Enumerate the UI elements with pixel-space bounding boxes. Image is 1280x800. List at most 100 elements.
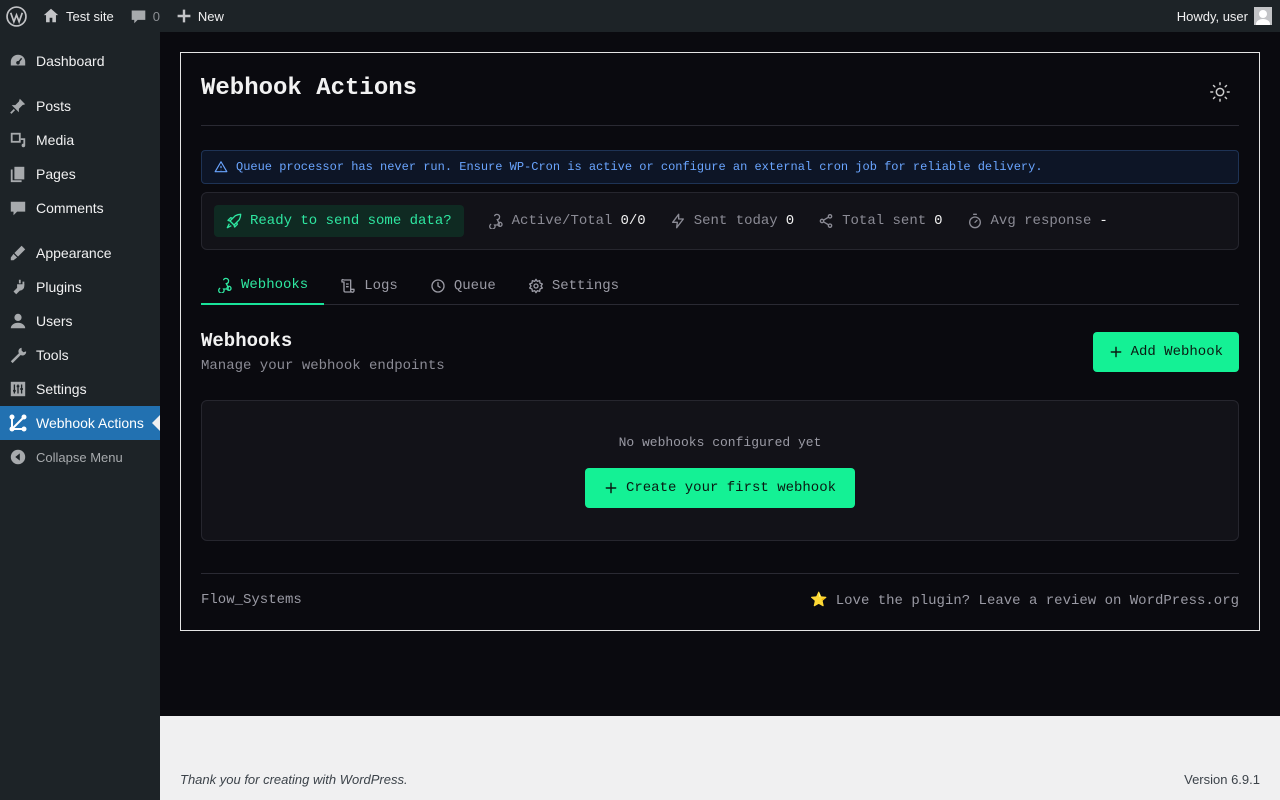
sidebar-item-pages[interactable]: Pages <box>0 157 160 191</box>
create-first-webhook-label: Create your first webhook <box>625 480 837 496</box>
sidebar-item-label: Settings <box>36 381 87 397</box>
stat-label: Sent today <box>693 213 778 229</box>
section-title: Webhooks <box>201 330 293 352</box>
tab-logs[interactable]: Logs <box>324 267 414 304</box>
plus-icon <box>1110 346 1121 358</box>
comment-icon <box>8 198 28 218</box>
sidebar-item-comments[interactable]: Comments <box>0 191 160 225</box>
pages-icon <box>8 164 28 184</box>
stopwatch-icon <box>968 213 981 229</box>
create-first-webhook-button[interactable]: Create your first webhook <box>585 468 855 508</box>
sidebar-item-label: Tools <box>36 347 69 363</box>
warning-icon <box>214 161 228 173</box>
sidebar-item-label: Appearance <box>36 245 112 261</box>
plus-icon <box>177 9 191 23</box>
tab-webhooks[interactable]: Webhooks <box>201 267 325 305</box>
wordpress-logo-button[interactable] <box>0 0 34 32</box>
howdy-text: Howdy, user <box>1176 8 1248 24</box>
stat-avg-response: Avg response - <box>967 213 1108 229</box>
stat-value: - <box>1099 213 1108 229</box>
footer-version: Version 6.9.1 <box>1184 772 1260 787</box>
empty-state-text: No webhooks configured yet <box>618 435 822 450</box>
ready-badge: Ready to send some data? <box>214 205 464 237</box>
stats-bar: Ready to send some data? Active/Total 0/… <box>201 192 1239 250</box>
ready-text: Ready to send some data? <box>250 213 452 229</box>
sliders-icon <box>8 379 28 399</box>
new-content-link[interactable]: New <box>168 0 232 32</box>
stat-sent-today: Sent today 0 <box>670 213 794 229</box>
vendor-name: Flow_Systems <box>201 592 302 608</box>
sidebar-item-plugins[interactable]: Plugins <box>0 270 160 304</box>
avatar <box>1254 7 1272 25</box>
collapse-icon <box>8 447 28 467</box>
sidebar-item-dashboard[interactable]: Dashboard <box>0 44 160 78</box>
scroll-icon <box>341 278 355 293</box>
sun-icon <box>1210 82 1230 102</box>
clock-icon <box>431 278 445 293</box>
stat-label: Active/Total <box>511 213 613 229</box>
sidebar-item-label: Users <box>36 313 73 329</box>
lightning-icon <box>671 213 684 229</box>
wp-footer: Thank you for creating with WordPress. V… <box>160 716 1280 800</box>
rocket-icon <box>226 213 242 229</box>
sidebar-item-appearance[interactable]: Appearance <box>0 236 160 270</box>
footer-thanks: Thank you for creating with WordPress. <box>180 772 408 787</box>
comments-link[interactable]: 0 <box>122 0 168 32</box>
tab-settings[interactable]: Settings <box>512 267 635 304</box>
tab-label: Settings <box>551 277 620 294</box>
site-name-link[interactable]: Test site <box>34 0 122 32</box>
stat-value: 0 <box>785 213 795 229</box>
sidebar-item-label: Dashboard <box>36 53 105 69</box>
site-name: Test site <box>66 8 114 24</box>
webhook-icon <box>488 213 503 229</box>
collapse-menu-button[interactable]: Collapse Menu <box>0 440 160 474</box>
my-account-link[interactable]: Howdy, user <box>1169 0 1280 32</box>
new-label: New <box>197 8 224 24</box>
sidebar-item-webhook-actions[interactable]: Webhook Actions <box>0 406 160 440</box>
add-webhook-button[interactable]: Add Webhook <box>1092 332 1239 372</box>
stat-active-total: Active/Total 0/0 <box>488 213 646 229</box>
review-text: Love the plugin? Leave a review on WordP… <box>835 592 1239 609</box>
webhook-icon <box>8 413 28 433</box>
stat-total-sent: Total sent 0 <box>818 213 943 229</box>
wrench-icon <box>8 345 28 365</box>
gear-icon <box>528 278 543 293</box>
page-title: Webhook Actions <box>201 75 418 102</box>
pin-icon <box>8 96 28 116</box>
sidebar-item-label: Pages <box>36 166 76 182</box>
webhook-icon <box>218 277 232 293</box>
sidebar-item-users[interactable]: Users <box>0 304 160 338</box>
footer-divider <box>201 573 1239 574</box>
collapse-menu-label: Collapse Menu <box>36 449 123 465</box>
comments-count: 0 <box>152 8 160 24</box>
sidebar-item-media[interactable]: Media <box>0 123 160 157</box>
sidebar-item-settings[interactable]: Settings <box>0 372 160 406</box>
admin-sidebar: Dashboard Posts Media Pages Comments App… <box>0 32 160 800</box>
cron-warning-notice: Queue processor has never run. Ensure WP… <box>201 150 1239 184</box>
section-subtitle: Manage your webhook endpoints <box>201 358 445 374</box>
share-icon <box>819 214 833 228</box>
theme-toggle-button[interactable] <box>1209 81 1231 103</box>
home-icon <box>43 8 59 23</box>
plug-icon <box>8 277 28 297</box>
admin-bar: Test site 0 New Howdy, user <box>0 0 1280 32</box>
comment-icon <box>131 10 145 23</box>
tab-label: Webhooks <box>241 277 309 293</box>
sidebar-item-posts[interactable]: Posts <box>0 89 160 123</box>
stat-label: Total sent <box>842 213 927 229</box>
wordpress-logo-icon <box>6 5 27 27</box>
stat-label: Avg response <box>990 213 1092 229</box>
brush-icon <box>8 243 28 263</box>
empty-state: No webhooks configured yet Create your f… <box>201 400 1239 541</box>
tab-label: Logs <box>364 277 398 294</box>
tab-label: Queue <box>453 277 496 294</box>
sidebar-item-label: Plugins <box>36 279 82 295</box>
dashboard-icon <box>8 51 28 71</box>
sidebar-item-tools[interactable]: Tools <box>0 338 160 372</box>
stat-value: 0/0 <box>620 213 646 229</box>
tab-queue[interactable]: Queue <box>414 267 512 304</box>
review-link[interactable]: ⭐ Love the plugin? Leave a review on Wor… <box>810 592 1239 610</box>
add-webhook-label: Add Webhook <box>1130 344 1223 360</box>
tab-bar: Webhooks Logs Queue Settings <box>201 267 1239 305</box>
sidebar-item-label: Comments <box>36 200 104 216</box>
